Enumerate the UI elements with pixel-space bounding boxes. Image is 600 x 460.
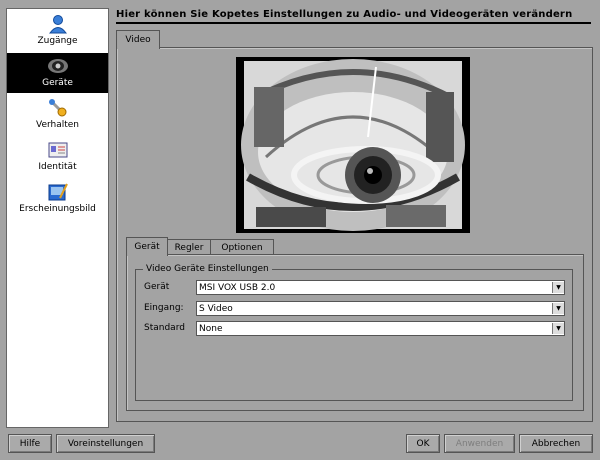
ok-button[interactable]: OK [406, 434, 440, 453]
sidebar-item-identitaet[interactable]: Identität [7, 137, 108, 177]
help-button[interactable]: Hilfe [8, 434, 52, 453]
user-accounts-icon [47, 13, 69, 35]
sidebar-item-verhalten[interactable]: Verhalten [7, 95, 108, 135]
chevron-down-icon[interactable]: ▼ [552, 323, 564, 334]
video-preview [236, 57, 470, 233]
device-select-value: MSI VOX USB 2.0 [199, 282, 276, 293]
sidebar-item-label: Geräte [42, 78, 73, 88]
device-label: Gerät [144, 282, 170, 292]
standard-label: Standard [144, 323, 185, 333]
input-label: Eingang: [144, 303, 184, 313]
sidebar-item-label: Erscheinungsbild [19, 204, 96, 214]
standard-select[interactable]: None ▼ [196, 321, 565, 336]
sidebar-item-label: Verhalten [35, 120, 80, 130]
sidebar-item-zugaenge[interactable]: Zugänge [7, 11, 108, 51]
appearance-paint-icon [47, 181, 69, 203]
apply-button[interactable]: Anwenden [444, 434, 515, 453]
sidebar-item-label: Identität [38, 162, 77, 172]
standard-select-value: None [199, 323, 223, 334]
group-title: Video Geräte Einstellungen [143, 264, 272, 274]
device-select[interactable]: MSI VOX USB 2.0 ▼ [196, 280, 565, 295]
category-sidebar: Zugänge Geräte Verhalten Identität Ersch… [6, 8, 109, 428]
sidebar-item-erscheinungsbild[interactable]: Erscheinungsbild [7, 179, 108, 219]
webcam-icon [47, 55, 69, 77]
input-select[interactable]: S Video ▼ [196, 301, 565, 316]
defaults-button[interactable]: Voreinstellungen [56, 434, 155, 453]
id-card-icon [47, 139, 69, 161]
chevron-down-icon[interactable]: ▼ [552, 282, 564, 293]
input-select-value: S Video [199, 303, 233, 314]
header-divider [116, 22, 591, 24]
page-title: Hier können Sie Kopetes Einstellungen zu… [116, 9, 573, 20]
tab-geraet[interactable]: Gerät [126, 237, 168, 256]
tab-video[interactable]: Video [116, 30, 160, 49]
cancel-button[interactable]: Abbrechen [519, 434, 593, 453]
chevron-down-icon[interactable]: ▼ [552, 303, 564, 314]
sidebar-item-label: Zugänge [37, 36, 78, 46]
wrench-icon [47, 97, 69, 119]
sidebar-item-geraete[interactable]: Geräte [7, 53, 108, 93]
